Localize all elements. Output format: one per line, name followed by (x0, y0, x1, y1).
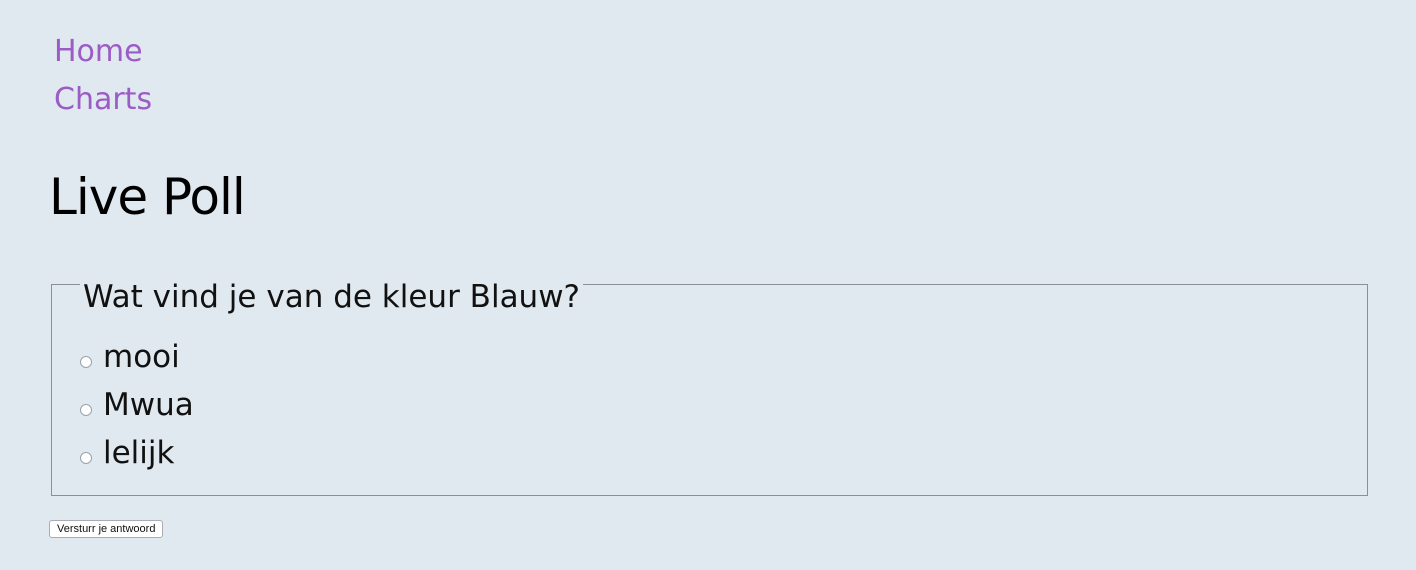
main-navigation: Home Charts (54, 28, 152, 124)
poll-option-label[interactable]: mooi (103, 335, 180, 379)
radio-button[interactable] (80, 356, 92, 368)
poll-question: Wat vind je van de kleur Blauw? (80, 279, 584, 315)
submit-answer-button[interactable]: Versturr je antwoord (49, 520, 164, 538)
radio-button[interactable] (80, 404, 92, 416)
poll-option-label[interactable]: lelijk (103, 431, 174, 475)
poll-option-mooi[interactable]: mooi (80, 335, 180, 379)
page-title: Live Poll (49, 168, 246, 226)
nav-link-charts[interactable]: Charts (54, 76, 152, 124)
radio-button[interactable] (80, 452, 92, 464)
poll-option-mwua[interactable]: Mwua (80, 383, 194, 427)
nav-link-home[interactable]: Home (54, 28, 152, 76)
poll-option-label[interactable]: Mwua (103, 383, 194, 427)
poll-option-lelijk[interactable]: lelijk (80, 431, 174, 475)
poll-fieldset: Wat vind je van de kleur Blauw? mooi Mwu… (51, 279, 1368, 496)
